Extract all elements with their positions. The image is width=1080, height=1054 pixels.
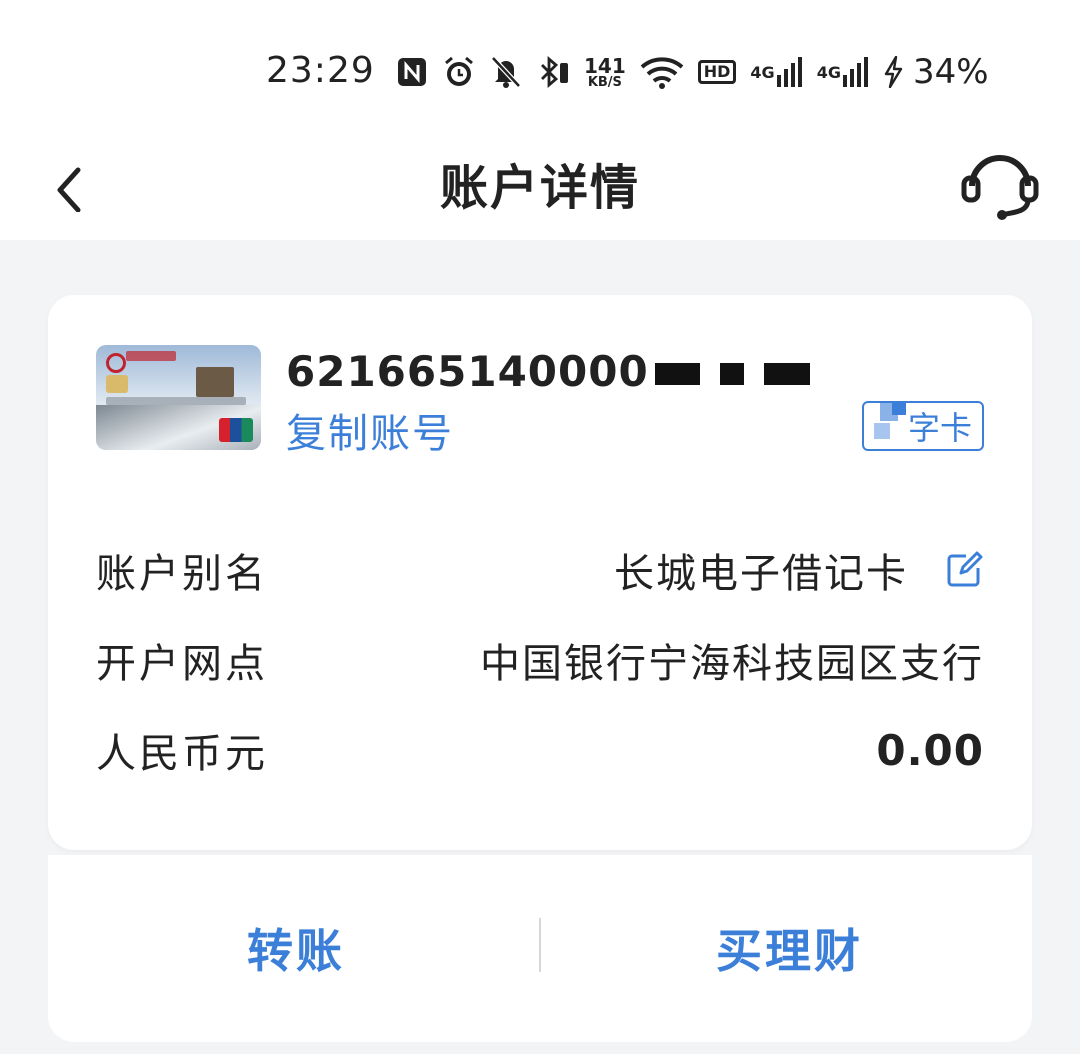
signal-icon: 4G [750, 57, 802, 87]
signal-icon: 4G [817, 57, 869, 87]
alias-value-wrap: 长城电子借记卡 [614, 541, 984, 599]
card-chip-icon [106, 375, 128, 393]
alias-label: 账户别名 [96, 551, 268, 597]
page-title: 账户详情 [439, 160, 640, 216]
header-gap [0, 240, 1080, 290]
action-divider [539, 918, 541, 972]
battery-percent: 34% [912, 52, 989, 92]
network-speed: 141 KB/S [584, 56, 626, 89]
bank-logo-text [126, 351, 176, 361]
status-time: 23:29 [266, 50, 375, 91]
currency-label: 人民币元 [96, 731, 268, 777]
customer-service-button[interactable] [958, 144, 1042, 224]
wifi-icon [640, 55, 684, 89]
alias-row: 账户别名 长城电子借记卡 [96, 540, 984, 600]
bank-card-image [96, 345, 261, 450]
branch-value: 中国银行宁海科技园区支行 [480, 641, 984, 687]
status-bar: 23:29 141 KB/S HD 4G 4G 34% [0, 0, 1080, 140]
status-icons: 141 KB/S HD 4G 4G 34% [396, 50, 989, 94]
signal-2-label: 4G [816, 62, 841, 82]
alias-value: 长城电子借记卡 [614, 551, 908, 597]
bank-logo-icon [106, 353, 126, 373]
action-bar: 转账 买理财 [48, 855, 1032, 1042]
mute-icon [490, 55, 522, 89]
nfc-icon [396, 56, 428, 88]
great-wall-tower [196, 367, 234, 397]
edit-icon[interactable] [944, 550, 984, 590]
redaction-pixel [874, 423, 890, 439]
buy-wealth-button[interactable]: 买理财 [716, 915, 863, 981]
account-number: 621665140000 [286, 347, 649, 396]
unionpay-logo-icon [219, 418, 253, 442]
transfer-button[interactable]: 转账 [247, 915, 345, 981]
alarm-icon [442, 55, 476, 89]
balance-row: 人民币元 0.00 [96, 720, 984, 780]
card-type-label: 字卡 [907, 409, 972, 447]
balance-value: 0.00 [876, 725, 984, 775]
card-number-emboss [106, 397, 246, 405]
net-speed-value: 141 [584, 53, 626, 78]
net-speed-unit: KB/S [587, 74, 622, 90]
charging-icon [883, 56, 903, 88]
signal-1-label: 4G [750, 62, 775, 82]
redaction-pixel [892, 401, 906, 415]
hd-voice-badge: HD [697, 60, 737, 84]
card-type-badge: 字卡 [862, 401, 984, 451]
branch-label: 开户网点 [96, 641, 268, 687]
app-header: 账户详情 [0, 140, 1080, 240]
redaction-mark [764, 363, 810, 385]
headset-icon [961, 155, 1039, 220]
copy-account-link[interactable]: 复制账号 [286, 401, 454, 459]
bluetooth-icon [536, 55, 570, 89]
account-card: 621665140000 复制账号 字卡 账户别名 长城电子借记卡 开户网点 中… [48, 295, 1032, 850]
redaction-mark [720, 363, 744, 385]
branch-row: 开户网点 中国银行宁海科技园区支行 [96, 630, 984, 690]
redaction-mark [655, 363, 700, 385]
